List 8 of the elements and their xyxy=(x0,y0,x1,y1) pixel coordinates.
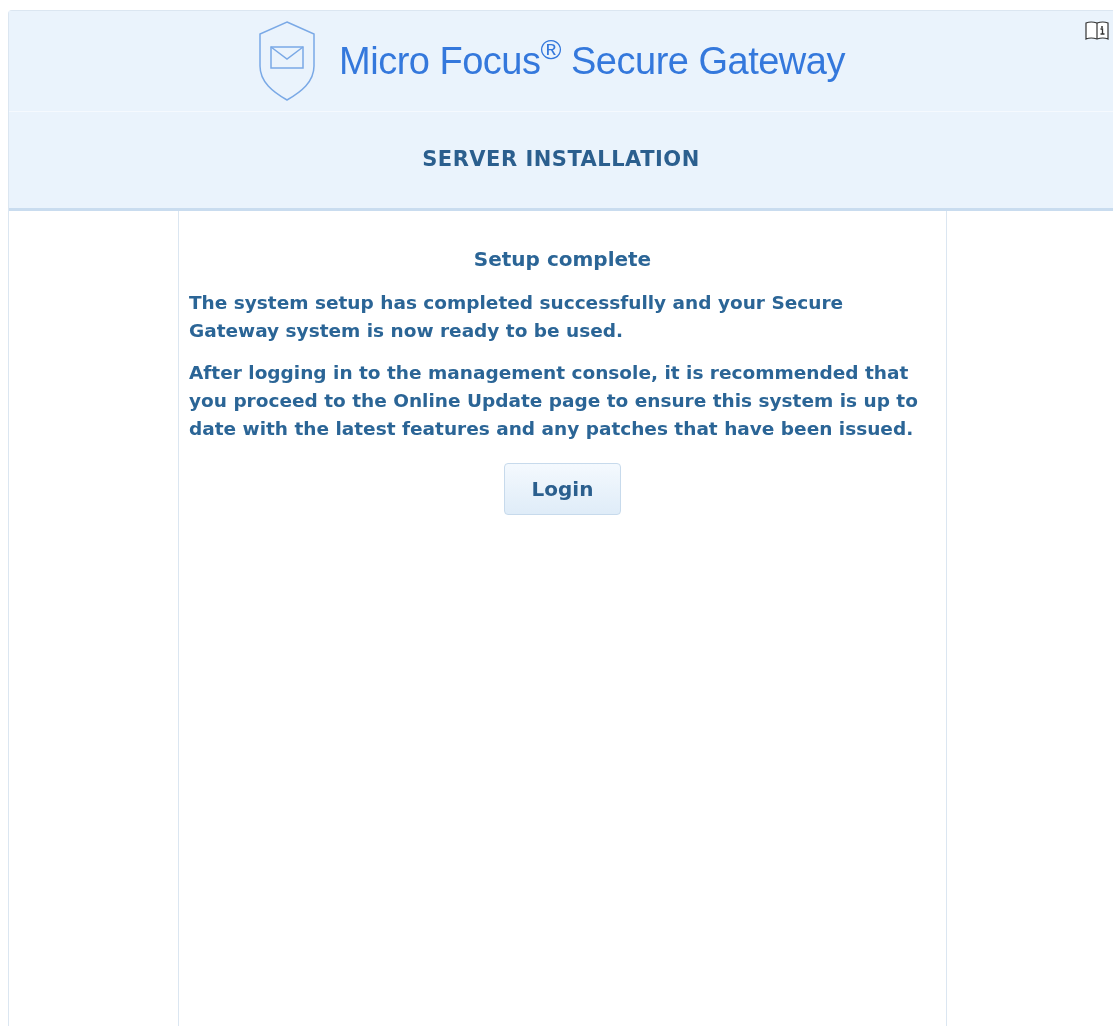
login-button[interactable]: Login xyxy=(503,463,622,515)
manual-info-icon[interactable] xyxy=(1085,21,1109,41)
page-title: SERVER INSTALLATION xyxy=(422,146,700,174)
shield-mail-icon xyxy=(257,20,318,102)
heading: Setup complete xyxy=(473,247,652,271)
product-name: Micro Focus$^{®}$ Secure Gateway xyxy=(339,32,845,84)
paragraph: The system setup has completed successfully and your Secure Gateway system is now ready to be used. xyxy=(189,291,845,343)
paragraph: After logging in to the management console, it is recommended that you proceed to the Online Update page to ensure this system is up to date with the latest features and any patches that have been issued. xyxy=(189,361,919,441)
